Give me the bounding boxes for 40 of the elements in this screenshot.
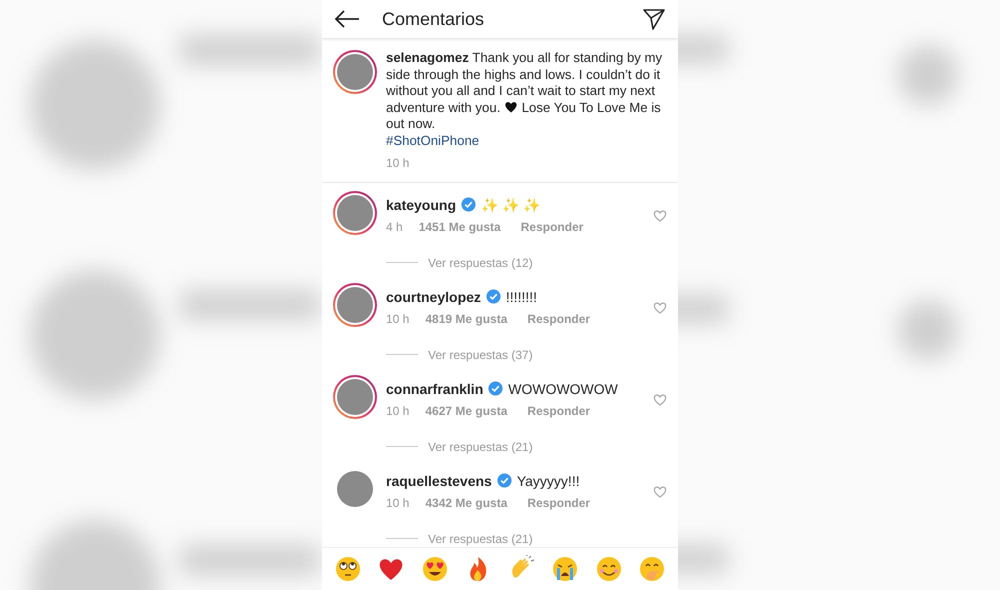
reply-link[interactable]: Responder (527, 404, 590, 418)
back-button[interactable] (334, 9, 360, 29)
hashtag-link[interactable]: #ShotOniPhone (386, 132, 480, 148)
username[interactable]: courtneylopez (386, 288, 481, 305)
timestamp: 10 h (386, 404, 410, 418)
caption-text: selenagomez Thank you all for standing by my side through the highs and lows. I couldn’t do it without you all and I can’t wait to start my next adventure with you. Lose You To Love Me is out now. #ShotOniPhone (386, 50, 664, 150)
reply-link[interactable]: Responder (520, 220, 584, 234)
face-with-hand-over-mouth-icon[interactable] (638, 555, 666, 583)
view-replies-link[interactable]: Ver respuestas (21) (428, 440, 533, 454)
like-count[interactable]: 4627 Me gusta (425, 404, 508, 418)
username[interactable]: connarfranklin (386, 380, 484, 397)
send-icon[interactable] (642, 7, 666, 31)
comment-text: !!!!!!!! (506, 288, 538, 305)
username[interactable]: raquellestevens (386, 472, 492, 489)
timestamp: 10 h (386, 312, 410, 326)
reply-link[interactable]: Responder (527, 496, 590, 510)
timestamp: 4 h (386, 220, 403, 234)
timestamp: 10 h (386, 156, 410, 170)
like-count[interactable]: 4819 Me gusta (425, 312, 508, 326)
reply-link[interactable]: Responder (527, 312, 590, 326)
view-replies-link[interactable]: Ver respuestas (37) (428, 348, 533, 362)
comment-text: ✨ ✨ ✨ (481, 196, 540, 213)
heart-eyes-face-icon[interactable] (420, 555, 449, 583)
view-replies-link[interactable]: Ver respuestas (21) (428, 532, 533, 546)
avatar[interactable] (333, 374, 377, 419)
like-count[interactable]: 4342 Me gusta (425, 496, 508, 510)
avatar[interactable] (333, 50, 377, 94)
like-count[interactable]: 1451 Me gusta (418, 220, 501, 234)
comment-text: Yayyyyy!!! (516, 472, 580, 489)
avatar[interactable] (333, 190, 377, 235)
comment-text: WOWOWOWOW (508, 380, 618, 397)
page-title: Comentarios (382, 8, 486, 30)
username[interactable]: kateyoung (386, 196, 456, 213)
heart-icon (504, 100, 518, 113)
eye-roll-face-icon[interactable] (334, 555, 362, 583)
avatar[interactable] (333, 282, 377, 327)
timestamp: 10 h (386, 496, 410, 510)
smiling-face-icon[interactable] (594, 555, 623, 583)
view-replies-link[interactable]: Ver respuestas (12) (428, 256, 533, 270)
crying-face-icon[interactable] (551, 555, 580, 583)
